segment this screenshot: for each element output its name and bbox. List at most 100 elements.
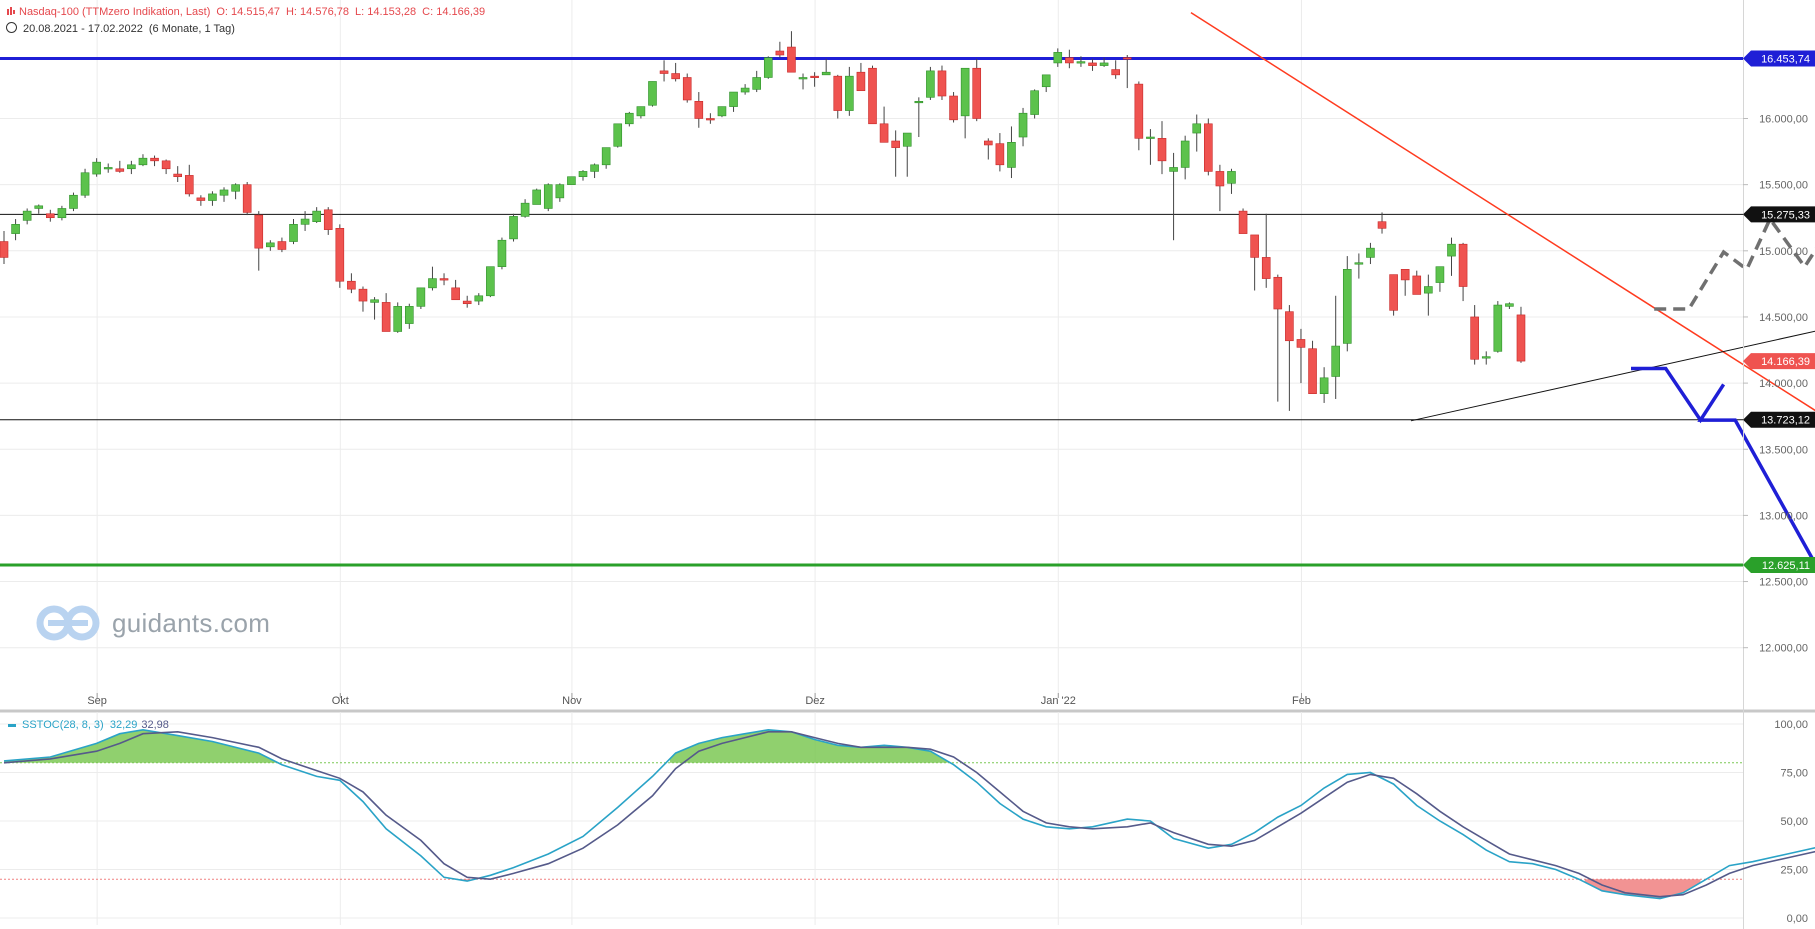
candle-body[interactable] xyxy=(1076,61,1086,64)
candle-body[interactable] xyxy=(428,278,437,289)
candle-body[interactable] xyxy=(949,95,958,121)
candle-body[interactable] xyxy=(1261,257,1271,279)
candle-body[interactable] xyxy=(1424,286,1433,294)
candle-body[interactable] xyxy=(845,75,854,111)
candle-body[interactable] xyxy=(184,175,194,195)
candle-body[interactable] xyxy=(1192,123,1202,134)
candle-body[interactable] xyxy=(289,224,298,242)
candle-body[interactable] xyxy=(1134,83,1144,139)
candle-body[interactable] xyxy=(578,171,588,178)
candle-body[interactable] xyxy=(1007,142,1016,168)
candle-body[interactable] xyxy=(208,193,217,201)
candle-body[interactable] xyxy=(416,287,426,307)
candle-body[interactable] xyxy=(613,123,623,147)
indicator-legend[interactable]: SSTOC(28, 8, 3) 32,29 32,98 xyxy=(8,719,169,731)
candle-body[interactable] xyxy=(1285,311,1294,342)
candle-body[interactable] xyxy=(601,147,611,166)
candle-body[interactable] xyxy=(34,205,44,209)
candle-body[interactable] xyxy=(46,213,55,219)
candle-body[interactable] xyxy=(682,77,692,101)
candle-body[interactable] xyxy=(92,161,101,175)
candle-body[interactable] xyxy=(381,302,391,332)
candle-body[interactable] xyxy=(22,210,32,221)
candle-body[interactable] xyxy=(1354,262,1364,265)
instrument-name[interactable]: Nasdaq-100 (TTMzero Indikation, Last) xyxy=(19,6,210,18)
candle-body[interactable] xyxy=(1447,243,1456,257)
candle-body[interactable] xyxy=(821,71,831,76)
candle-body[interactable] xyxy=(277,241,287,250)
candle-body[interactable] xyxy=(868,67,877,125)
candle-body[interactable] xyxy=(1215,171,1225,187)
candle-body[interactable] xyxy=(590,164,599,172)
candlestick-series[interactable] xyxy=(0,31,1526,411)
candle-body[interactable] xyxy=(0,241,9,258)
candle-body[interactable] xyxy=(231,184,240,192)
candle-body[interactable] xyxy=(717,106,727,117)
candle-body[interactable] xyxy=(80,172,90,196)
candle-body[interactable] xyxy=(1319,377,1329,394)
candle-body[interactable] xyxy=(694,101,704,119)
candle-body[interactable] xyxy=(103,167,113,170)
candle-body[interactable] xyxy=(937,70,947,97)
candle-body[interactable] xyxy=(752,77,762,90)
candle-body[interactable] xyxy=(914,101,924,104)
candle-body[interactable] xyxy=(972,67,982,119)
candle-body[interactable] xyxy=(1041,74,1051,88)
candle-body[interactable] xyxy=(266,242,275,248)
candle-body[interactable] xyxy=(219,189,229,196)
candle-body[interactable] xyxy=(926,70,935,98)
candle-body[interactable] xyxy=(520,202,530,217)
candle-body[interactable] xyxy=(1400,269,1410,281)
candle-body[interactable] xyxy=(1053,52,1063,64)
candle-body[interactable] xyxy=(1481,356,1491,359)
candle-body[interactable] xyxy=(462,300,472,305)
candle-body[interactable] xyxy=(671,73,680,80)
candle-body[interactable] xyxy=(787,46,796,73)
candle-body[interactable] xyxy=(567,176,576,185)
candle-body[interactable] xyxy=(1146,136,1155,139)
bearish-projection[interactable] xyxy=(1631,366,1815,567)
candle-body[interactable] xyxy=(1180,140,1190,168)
candle-body[interactable] xyxy=(532,189,541,205)
candle-body[interactable] xyxy=(1238,210,1248,234)
candle-body[interactable] xyxy=(451,287,460,301)
candle-body[interactable] xyxy=(474,295,484,302)
candle-body[interactable] xyxy=(242,184,252,213)
candle-body[interactable] xyxy=(706,118,715,121)
candle-body[interactable] xyxy=(995,143,1005,166)
candle-body[interactable] xyxy=(879,123,889,143)
candle-body[interactable] xyxy=(891,140,900,148)
candle-body[interactable] xyxy=(335,228,345,282)
candle-body[interactable] xyxy=(196,197,206,201)
candle-body[interactable] xyxy=(69,194,78,209)
candle-body[interactable] xyxy=(138,157,148,166)
candle-body[interactable] xyxy=(486,266,495,297)
candle-body[interactable] xyxy=(1308,348,1317,394)
candle-body[interactable] xyxy=(960,67,970,117)
candle-body[interactable] xyxy=(1111,69,1120,76)
candle-body[interactable] xyxy=(393,306,403,332)
candle-body[interactable] xyxy=(659,70,669,74)
candle-body[interactable] xyxy=(1099,62,1109,66)
candle-body[interactable] xyxy=(1389,274,1398,311)
candle-body[interactable] xyxy=(729,91,738,107)
candle-body[interactable] xyxy=(1331,345,1340,377)
candle-body[interactable] xyxy=(636,106,646,117)
candle-body[interactable] xyxy=(404,306,414,324)
candle-body[interactable] xyxy=(833,75,843,111)
candle-body[interactable] xyxy=(1296,339,1306,348)
candle-body[interactable] xyxy=(740,87,750,93)
candle-body[interactable] xyxy=(810,75,819,78)
candle-body[interactable] xyxy=(347,280,356,290)
candle-body[interactable] xyxy=(11,224,20,234)
candle-body[interactable] xyxy=(1065,57,1074,64)
candle-body[interactable] xyxy=(1250,234,1259,258)
date-range[interactable]: 20.08.2021 - 17.02.2022 xyxy=(23,23,143,35)
candle-body[interactable] xyxy=(1157,138,1167,162)
candle-body[interactable] xyxy=(150,157,159,162)
candle-body[interactable] xyxy=(1273,276,1283,310)
candle-body[interactable] xyxy=(127,164,136,170)
candle-body[interactable] xyxy=(798,77,808,80)
candle-body[interactable] xyxy=(254,214,264,249)
candle-body[interactable] xyxy=(1169,167,1178,172)
